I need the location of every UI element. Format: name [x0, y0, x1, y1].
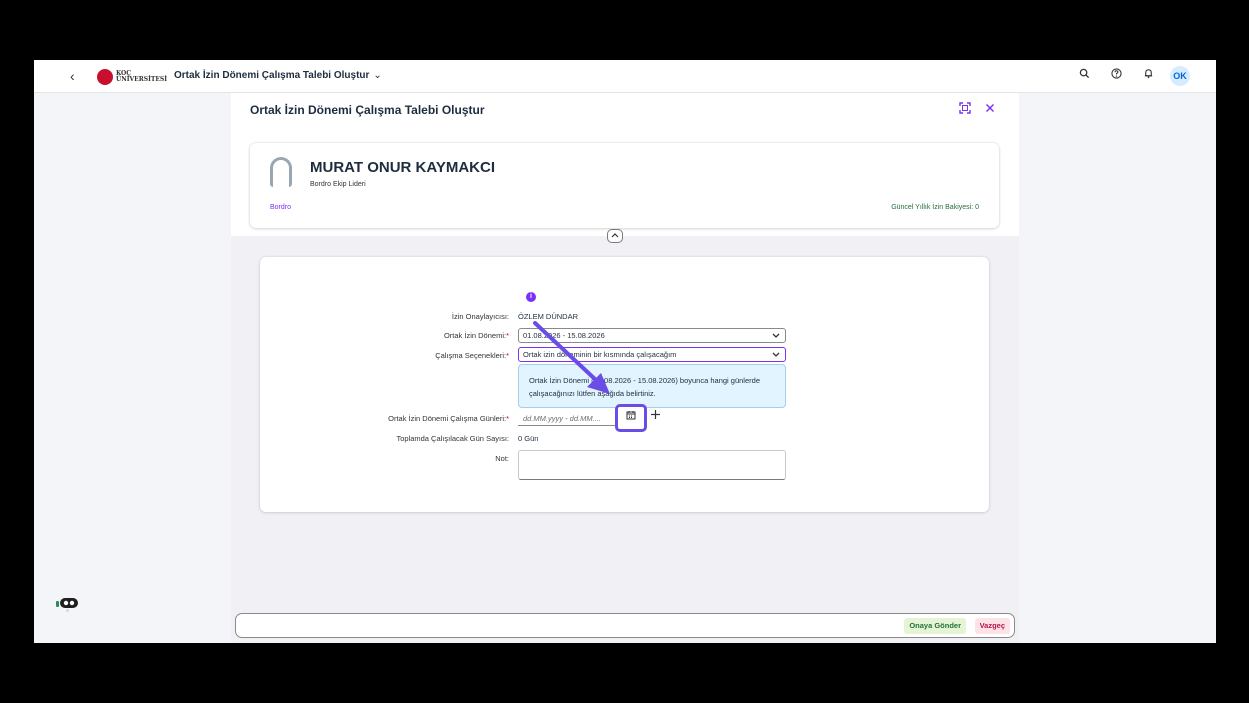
period-select[interactable]: 01.08.2026 - 15.08.2026: [518, 328, 786, 343]
app-title-menu[interactable]: Ortak İzin Dönemi Çalışma Talebi Oluştur…: [174, 70, 382, 81]
shell-bar: ‹ KOÇ ÜNİVERSİTESİ Ortak İzin Dönemi Çal…: [34, 60, 1216, 93]
page-title: Ortak İzin Dönemi Çalışma Talebi Oluştur: [250, 103, 485, 117]
employee-department-link[interactable]: Bordro: [270, 204, 291, 211]
close-icon[interactable]: [984, 102, 996, 117]
period-select-value: 01.08.2026 - 15.08.2026: [523, 331, 605, 340]
total-days-value: 0 Gün: [518, 434, 539, 443]
calendar-button[interactable]: [615, 404, 647, 432]
back-button[interactable]: ‹: [70, 68, 75, 84]
fullscreen-icon[interactable]: [959, 102, 971, 117]
chevron-down-icon: [772, 329, 780, 346]
calendar-icon: [626, 411, 636, 420]
add-range-button[interactable]: [650, 407, 661, 423]
leave-balance: Güncel Yıllık İzin Bakiyesi: 0: [891, 204, 979, 211]
logo-text: KOÇ ÜNİVERSİTESİ: [116, 71, 167, 83]
chevron-down-icon: ⌄: [373, 70, 382, 81]
required-mark: *: [506, 351, 509, 360]
submit-for-approval-button[interactable]: Onaya Gönder: [904, 618, 966, 634]
app-title-text: Ortak İzin Dönemi Çalışma Talebi Oluştur: [174, 70, 370, 81]
help-icon[interactable]: [1106, 66, 1126, 86]
note-textarea[interactable]: [518, 450, 786, 480]
chevron-up-icon: [611, 233, 619, 238]
person-placeholder-icon: [270, 157, 292, 187]
university-logo[interactable]: KOÇ ÜNİVERSİTESİ: [97, 69, 167, 85]
logo-line-2: ÜNİVERSİTESİ: [116, 76, 168, 83]
logo-mark-icon: [97, 69, 113, 85]
bell-icon[interactable]: [1138, 66, 1158, 86]
work-days-label-text: Ortak İzin Dönemi Çalışma Günleri:: [388, 414, 507, 423]
period-label-text: Ortak İzin Dönemi:: [443, 331, 507, 340]
shell-actions: OK: [1062, 66, 1190, 86]
work-options-value: Ortak izin döneminin bir kısmında çalışa…: [523, 350, 677, 359]
info-message-strip: Ortak İzin Dönemi (01.08.2026 - 15.08.20…: [518, 364, 786, 408]
options-label: Çalışma Seçenekleri:*: [435, 351, 509, 360]
employee-role: Bordro Ekip Lideri: [310, 181, 366, 188]
search-icon[interactable]: [1074, 66, 1094, 86]
user-avatar[interactable]: OK: [1170, 66, 1190, 86]
total-days-label: Toplamda Çalışılacak Gün Sayısı:: [396, 434, 509, 443]
work-days-label: Ortak İzin Dönemi Çalışma Günleri:*: [388, 414, 509, 423]
main-column: Ortak İzin Dönemi Çalışma Talebi Oluştur…: [231, 93, 1019, 643]
required-mark: *: [506, 331, 509, 340]
date-range-input[interactable]: dd.MM.yyyy - dd.MM....: [518, 411, 622, 426]
options-label-text: Çalışma Seçenekleri:: [435, 351, 507, 360]
employee-name: MURAT ONUR KAYMAKCI: [310, 159, 495, 176]
period-label: Ortak İzin Dönemi:*: [444, 331, 509, 340]
cancel-button[interactable]: Vazgeç: [974, 618, 1010, 634]
approver-value: ÖZLEM DÜNDAR: [518, 312, 579, 321]
collapse-header-button[interactable]: [607, 229, 623, 243]
footer-toolbar: Onaya Gönder Vazgeç: [235, 613, 1015, 638]
note-label: Not:: [495, 454, 509, 463]
assistant-widget-icon[interactable]: [54, 596, 80, 612]
app-screen: ‹ KOÇ ÜNİVERSİTESİ Ortak İzin Dönemi Çal…: [34, 60, 1216, 643]
request-form: i İzin Onaylayıcısı: ÖZLEM DÜNDAR Ortak …: [260, 257, 989, 512]
info-icon[interactable]: i: [526, 292, 536, 302]
profile-card: MURAT ONUR KAYMAKCI Bordro Ekip Lideri B…: [250, 143, 999, 228]
approver-label: İzin Onaylayıcısı:: [451, 312, 509, 321]
work-options-select[interactable]: Ortak izin döneminin bir kısmında çalışa…: [518, 347, 786, 362]
plus-icon: [651, 410, 660, 419]
required-mark: *: [506, 414, 509, 423]
object-header: Ortak İzin Dönemi Çalışma Talebi Oluştur…: [231, 93, 1019, 236]
chevron-down-icon: [772, 348, 780, 365]
